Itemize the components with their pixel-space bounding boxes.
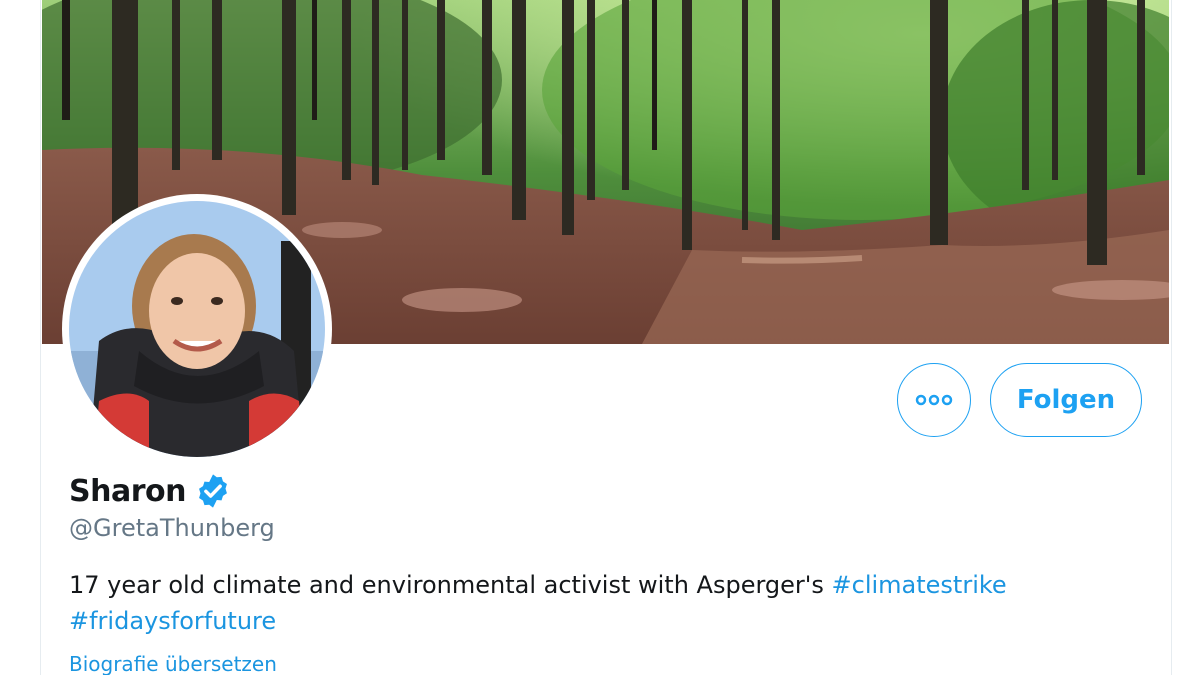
more-dots-icon <box>915 394 953 406</box>
profile-bio: 17 year old climate and environmental ac… <box>69 567 1069 639</box>
hashtag-climatestrike[interactable]: #climatestrike <box>832 571 1007 599</box>
more-options-button[interactable] <box>897 363 971 437</box>
page: Folgen Sharon @GretaThunberg 17 year old… <box>0 0 1200 675</box>
display-name: Sharon <box>69 473 186 509</box>
verified-badge-icon <box>199 474 227 508</box>
follow-button[interactable]: Folgen <box>990 363 1142 437</box>
translate-bio-link[interactable]: Biografie übersetzen <box>69 652 277 675</box>
follow-button-label: Folgen <box>1016 385 1116 415</box>
name-row: Sharon <box>69 470 232 512</box>
bio-text: 17 year old climate and environmental ac… <box>69 571 832 599</box>
username-handle: @GretaThunberg <box>69 514 275 542</box>
hashtag-fridaysforfuture[interactable]: #fridaysforfuture <box>69 607 276 635</box>
avatar-border <box>62 194 332 464</box>
avatar[interactable] <box>69 201 325 457</box>
